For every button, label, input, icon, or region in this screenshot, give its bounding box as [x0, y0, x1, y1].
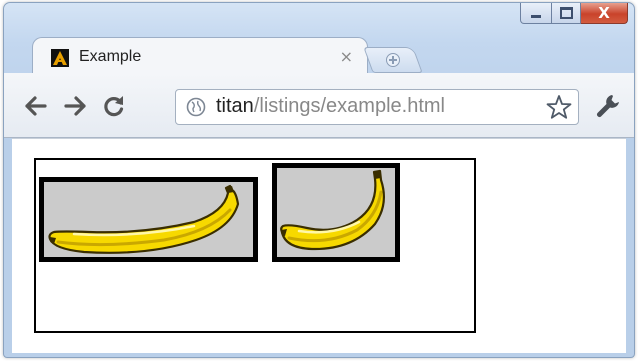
settings-menu-button[interactable] — [593, 91, 623, 121]
tab-title: Example — [79, 48, 142, 65]
url-host: titan — [216, 95, 254, 117]
back-button[interactable] — [22, 92, 50, 120]
browser-toolbar: titan/listings/example.html — [4, 73, 634, 138]
container-box — [34, 158, 476, 333]
arrow-right-icon — [64, 96, 86, 116]
star-icon[interactable] — [546, 94, 572, 120]
tab-example[interactable]: Example × — [32, 37, 368, 74]
page-content — [12, 138, 626, 353]
forward-button[interactable] — [61, 92, 89, 120]
letter-a-icon — [51, 49, 69, 67]
new-tab-button[interactable] — [363, 47, 423, 73]
minimize-button[interactable] — [520, 3, 552, 24]
reload-icon — [104, 96, 124, 117]
url-text: titan/listings/example.html — [216, 95, 445, 118]
arrow-left-icon — [25, 96, 47, 116]
window-caption-buttons: X — [520, 3, 628, 25]
banana-image — [272, 163, 400, 262]
reload-button[interactable] — [100, 92, 128, 120]
wrench-icon — [597, 95, 619, 117]
maximize-button[interactable] — [552, 3, 581, 24]
browser-window: X Example × titan/listings/example.html — [3, 2, 635, 358]
url-path: /listings/example.html — [253, 95, 445, 117]
close-icon: X — [598, 3, 610, 22]
maximize-icon — [559, 7, 573, 19]
minimize-icon — [531, 14, 541, 18]
globe-icon — [186, 97, 206, 117]
banana-image — [39, 177, 258, 262]
close-window-button[interactable]: X — [581, 3, 628, 24]
plus-icon — [385, 52, 401, 68]
tab-close-icon[interactable]: × — [340, 47, 353, 66]
address-bar[interactable]: titan/listings/example.html — [175, 89, 579, 125]
